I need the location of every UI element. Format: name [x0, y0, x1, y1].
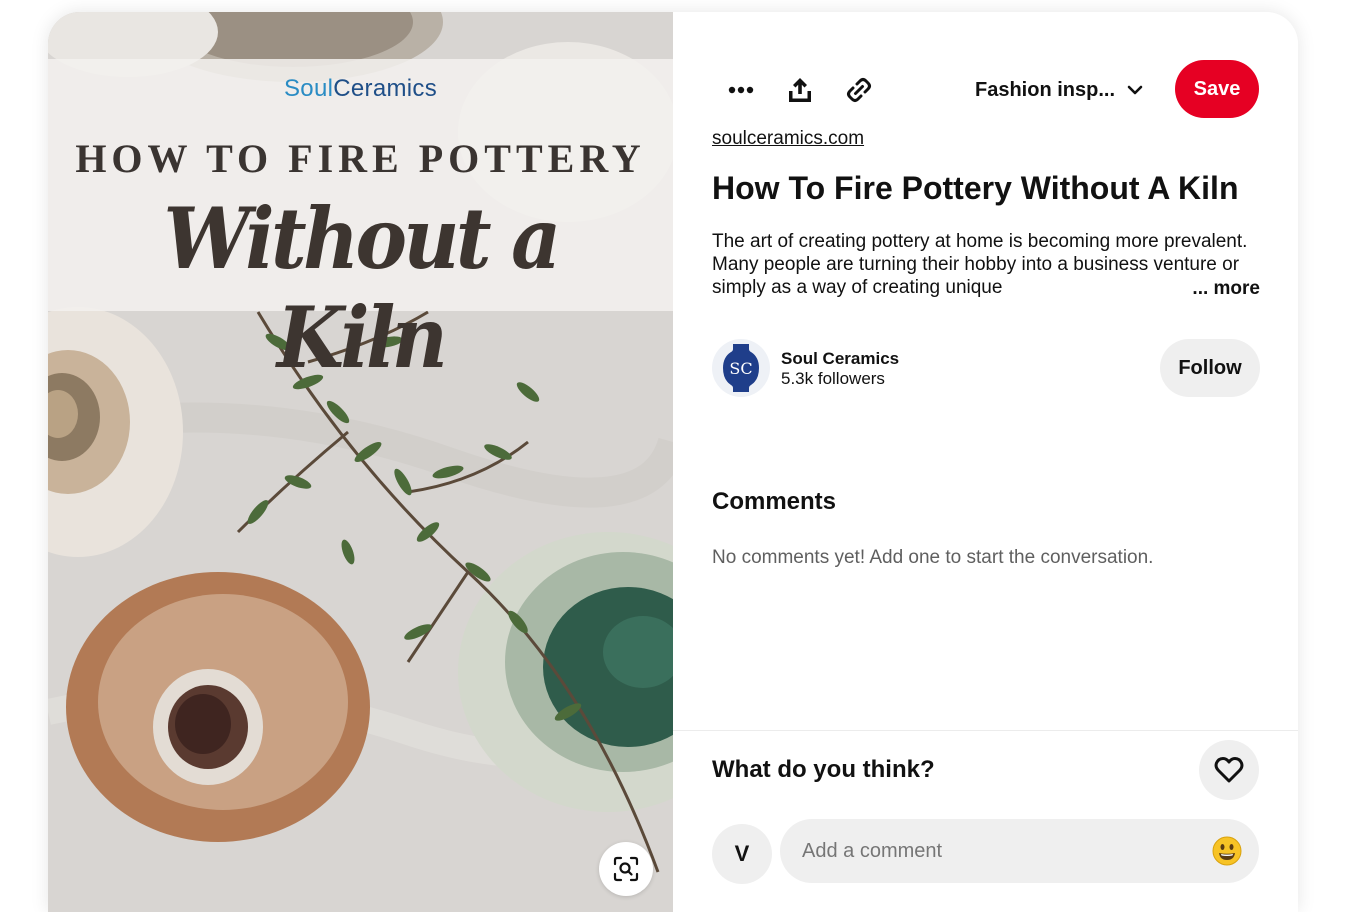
creator-profile: SC Soul Ceramics 5.3k followers Follow — [712, 339, 1260, 399]
brand-logo-part1: Soul — [284, 75, 334, 102]
brand-logo-part2: Ceramics — [333, 75, 437, 102]
comment-input[interactable] — [802, 819, 1182, 883]
show-more-link[interactable]: ... more — [1186, 277, 1260, 300]
ellipsis-icon — [728, 86, 754, 94]
pin-image[interactable]: SoulCeramics HOW TO FIRE POTTERY Without… — [48, 12, 673, 912]
vase-logo-icon: SC — [723, 344, 759, 392]
pin-toolbar: Fashion insp... Save — [673, 60, 1298, 120]
comments-heading: Comments — [712, 488, 837, 515]
smiley-emoji-icon — [1212, 836, 1242, 866]
image-headline-line2: Without a Kiln — [163, 189, 562, 387]
no-comments-message: No comments yet! Add one to start the co… — [712, 547, 1154, 568]
current-user-avatar[interactable]: V — [712, 824, 772, 884]
visual-search-icon — [613, 856, 639, 882]
image-headline-line1: HOW TO FIRE POTTERY — [75, 136, 646, 181]
pin-title: How To Fire Pottery Without A Kiln — [712, 170, 1239, 206]
more-options-button[interactable] — [719, 68, 763, 112]
emoji-picker-button[interactable] — [1211, 835, 1243, 867]
chevron-down-icon — [1127, 85, 1143, 95]
share-button[interactable] — [778, 68, 822, 112]
creator-name[interactable]: Soul Ceramics — [781, 349, 899, 369]
source-link[interactable]: soulceramics.com — [712, 128, 864, 150]
pin-description: The art of creating pottery at home is b… — [712, 230, 1260, 302]
creator-avatar[interactable]: SC — [712, 339, 770, 397]
save-button[interactable]: Save — [1175, 60, 1259, 118]
divider — [673, 730, 1298, 731]
react-button[interactable] — [1199, 740, 1259, 800]
pin-description-text: The art of creating pottery at home is b… — [712, 231, 1248, 298]
comment-composer — [780, 819, 1259, 883]
creator-followers: 5.3k followers — [781, 369, 885, 388]
copy-link-button[interactable] — [837, 68, 881, 112]
heart-icon — [1214, 757, 1244, 783]
svg-text:SC: SC — [729, 359, 752, 378]
brand-logo: SoulCeramics — [48, 75, 673, 103]
reaction-prompt: What do you think? — [712, 756, 935, 783]
board-selector[interactable]: Fashion insp... — [975, 68, 1143, 112]
title-banner: SoulCeramics HOW TO FIRE POTTERY Without… — [48, 59, 673, 387]
pin-detail-panel: Fashion insp... Save soulceramics.com Ho… — [673, 12, 1298, 912]
visual-search-button[interactable] — [599, 842, 653, 896]
link-icon — [847, 78, 871, 102]
follow-button[interactable]: Follow — [1160, 339, 1260, 397]
share-icon — [789, 78, 811, 102]
board-selector-label: Fashion insp... — [975, 78, 1116, 101]
pin-card: SoulCeramics HOW TO FIRE POTTERY Without… — [48, 12, 1298, 912]
